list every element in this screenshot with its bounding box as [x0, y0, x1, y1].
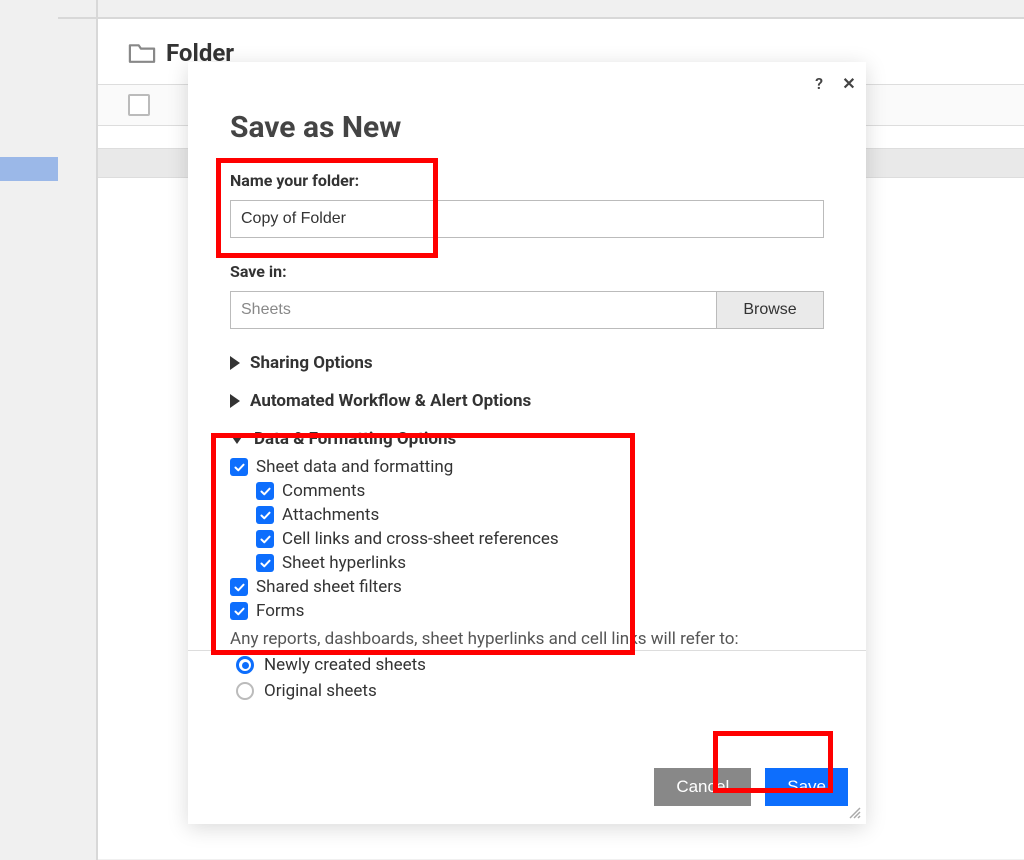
workflow-options-label: Automated Workflow & Alert Options	[250, 391, 531, 411]
radio-original-sheets[interactable]	[236, 682, 254, 700]
checkbox-hyperlinks[interactable]	[256, 554, 274, 572]
checkbox-comments[interactable]	[256, 482, 274, 500]
checkbox-attachments-label: Attachments	[282, 505, 379, 525]
checkbox-shared-filters[interactable]	[230, 578, 248, 596]
name-folder-label: Name your folder:	[230, 171, 824, 190]
save-button[interactable]: Save	[765, 768, 848, 806]
radio-newly-created-label: Newly created sheets	[264, 655, 426, 675]
check-icon	[259, 533, 272, 546]
checkbox-sheet-data-label: Sheet data and formatting	[256, 457, 453, 477]
checkbox-forms-label: Forms	[256, 601, 304, 621]
select-all-checkbox[interactable]	[128, 94, 150, 116]
folder-name-input[interactable]	[230, 200, 824, 238]
modal-divider	[188, 650, 866, 651]
data-formatting-toggle[interactable]: Data & Formatting Options	[230, 429, 824, 449]
data-formatting-label: Data & Formatting Options	[254, 429, 456, 449]
sharing-options-toggle[interactable]: Sharing Options	[230, 353, 824, 373]
sharing-options-label: Sharing Options	[250, 353, 373, 373]
checkbox-hyperlinks-label: Sheet hyperlinks	[282, 553, 406, 573]
checkbox-comments-label: Comments	[282, 481, 365, 501]
radio-original-sheets-label: Original sheets	[264, 681, 377, 701]
left-sidebar	[0, 0, 58, 860]
checkbox-attachments[interactable]	[256, 506, 274, 524]
check-icon	[259, 557, 272, 570]
checkbox-forms[interactable]	[230, 602, 248, 620]
save-in-input[interactable]	[230, 291, 716, 329]
workflow-options-toggle[interactable]: Automated Workflow & Alert Options	[230, 391, 824, 411]
radio-newly-created[interactable]	[236, 656, 254, 674]
check-icon	[233, 605, 246, 618]
cancel-button[interactable]: Cancel	[654, 768, 751, 806]
check-icon	[259, 509, 272, 522]
chevron-down-icon	[230, 434, 244, 444]
folder-icon	[128, 42, 156, 64]
resize-grip-icon[interactable]	[848, 806, 862, 820]
check-icon	[233, 461, 246, 474]
refer-note: Any reports, dashboards, sheet hyperlink…	[230, 629, 824, 649]
chevron-right-icon	[230, 356, 240, 370]
sidebar-selection	[0, 157, 58, 181]
chevron-right-icon	[230, 394, 240, 408]
check-icon	[259, 485, 272, 498]
browse-button[interactable]: Browse	[716, 291, 824, 329]
dialog-title: Save as New	[230, 110, 824, 145]
checkbox-sheet-data[interactable]	[230, 458, 248, 476]
checkbox-cell-links-label: Cell links and cross-sheet references	[282, 529, 559, 549]
check-icon	[233, 581, 246, 594]
save-as-new-dialog: ? ✕ Save as New Name your folder: Save i…	[188, 62, 866, 824]
help-icon[interactable]: ?	[810, 74, 828, 92]
save-in-label: Save in:	[230, 262, 824, 281]
checkbox-cell-links[interactable]	[256, 530, 274, 548]
checkbox-shared-filters-label: Shared sheet filters	[256, 577, 402, 597]
close-icon[interactable]: ✕	[840, 74, 858, 92]
